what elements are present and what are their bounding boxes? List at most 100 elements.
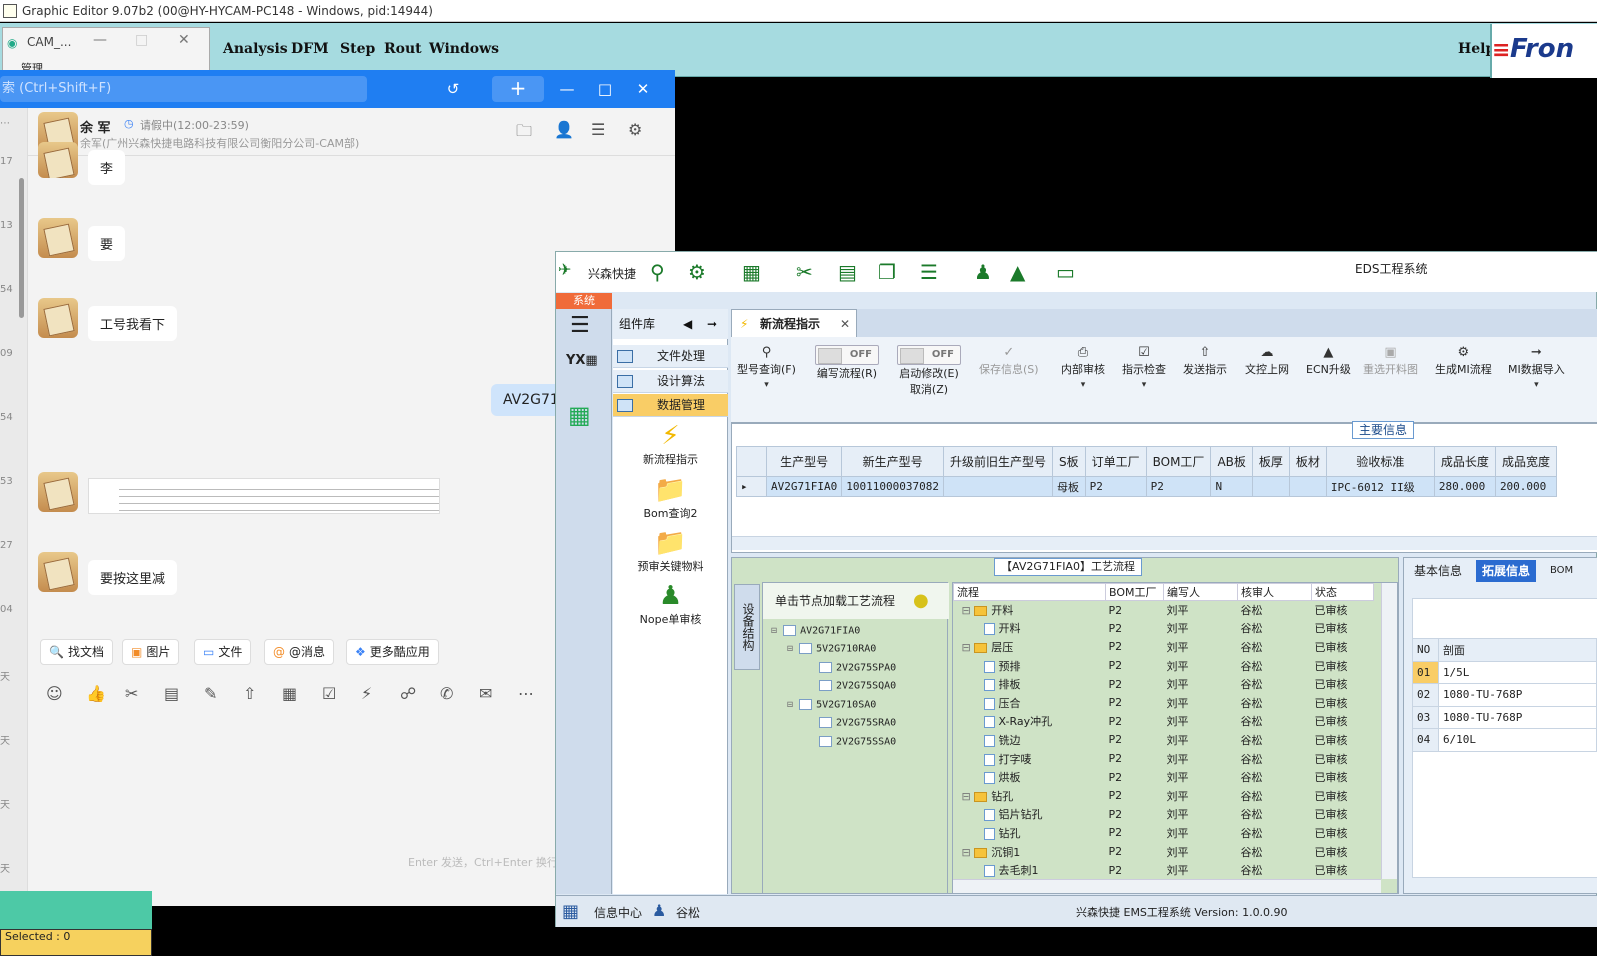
- menu-windows[interactable]: Windows: [429, 41, 499, 57]
- system-tab[interactable]: 系统: [556, 293, 612, 309]
- tree-node[interactable]: ⊟ 5V2G710SA0: [787, 699, 876, 711]
- send-instruction-button[interactable]: ⇧ 发送指示: [1183, 345, 1227, 377]
- col-header[interactable]: 新生产型号: [841, 446, 944, 477]
- table-cell[interactable]: 已审核: [1312, 712, 1374, 731]
- table-cell[interactable]: 刘平: [1164, 749, 1238, 768]
- flow-name-cell[interactable]: 排板: [954, 675, 1106, 694]
- app-nope-review[interactable]: ♟ Nope单审核: [613, 581, 728, 627]
- table-cell[interactable]: P2: [1106, 861, 1164, 880]
- table-cell[interactable]: 谷松: [1238, 675, 1312, 694]
- avatar[interactable]: [38, 298, 78, 338]
- flow-name-cell[interactable]: ⊟ 沉铜1: [954, 842, 1106, 861]
- settings-icon[interactable]: ⚙: [688, 260, 706, 284]
- table-row[interactable]: 02 1080-TU-768P: [1412, 683, 1597, 707]
- col-header[interactable]: 生产型号: [765, 446, 843, 477]
- table-cell[interactable]: 已审核: [1312, 824, 1374, 843]
- scissors-icon[interactable]: ✂: [125, 684, 138, 703]
- flow-name-cell[interactable]: 烘板: [954, 768, 1106, 787]
- col-header[interactable]: 成品长度: [1433, 446, 1496, 477]
- monitor-icon[interactable]: ▭: [1056, 260, 1075, 284]
- flow-row[interactable]: 开料 P2 刘平 谷松 已审核: [954, 619, 1374, 638]
- lib-item-data[interactable]: 数据管理: [613, 394, 728, 417]
- table-cell[interactable]: 谷松: [1238, 693, 1312, 712]
- col-header[interactable]: BOM工厂: [1145, 446, 1212, 477]
- horizontal-scrollbar[interactable]: [953, 879, 1381, 893]
- flow-row[interactable]: X-Ray冲孔 P2 刘平 谷松 已审核: [954, 712, 1374, 731]
- avatar[interactable]: [38, 552, 78, 592]
- minimize-icon[interactable]: —: [93, 32, 107, 48]
- table-cell[interactable]: 已审核: [1312, 805, 1374, 824]
- table-cell[interactable]: 谷松: [1238, 619, 1312, 638]
- table-cell[interactable]: P2: [1106, 749, 1164, 768]
- avatar[interactable]: [38, 142, 78, 178]
- table-cell[interactable]: P2: [1106, 693, 1164, 712]
- flow-name-cell[interactable]: X-Ray冲孔: [954, 712, 1106, 731]
- table-cell[interactable]: 已审核: [1312, 786, 1374, 805]
- table-cell[interactable]: 10011000037082: [841, 476, 944, 497]
- tab-new-flow[interactable]: ⚡ 新流程指示 ✕: [731, 309, 857, 337]
- close-icon[interactable]: ✕: [630, 76, 656, 102]
- table-cell[interactable]: 刘平: [1164, 786, 1238, 805]
- col-header[interactable]: 状态: [1311, 583, 1374, 601]
- table-cell[interactable]: 谷松: [1238, 749, 1312, 768]
- grid-icon[interactable]: ▦: [742, 260, 761, 284]
- table-cell[interactable]: 谷松: [1238, 601, 1312, 620]
- generate-mi-button[interactable]: ⚙ 生成MI流程: [1435, 345, 1492, 377]
- start-modify-toggle[interactable]: OFF 启动修改(E) 取消(Z): [897, 345, 961, 397]
- image-button[interactable]: ▣ 图片: [122, 639, 180, 665]
- table-cell[interactable]: P2: [1106, 768, 1164, 787]
- table-cell[interactable]: 已审核: [1312, 861, 1374, 880]
- menu-step[interactable]: Step: [340, 41, 375, 57]
- table-cell[interactable]: 谷松: [1238, 861, 1312, 880]
- table-cell[interactable]: 刘平: [1164, 824, 1238, 843]
- maximize-icon[interactable]: □: [135, 32, 148, 48]
- col-header[interactable]: 核审人: [1237, 583, 1312, 601]
- col-header[interactable]: 剖面: [1437, 638, 1597, 662]
- table-cell[interactable]: 母板: [1051, 476, 1086, 497]
- table-cell[interactable]: 刘平: [1164, 861, 1238, 880]
- factory-icon[interactable]: YX▦: [566, 353, 598, 368]
- tree-node[interactable]: 2V2G75SRA0: [819, 717, 896, 729]
- find-doc-button[interactable]: 🔍 找文档: [40, 639, 113, 665]
- tab-bom[interactable]: BOM: [1544, 560, 1579, 582]
- table-cell[interactable]: 谷松: [1238, 842, 1312, 861]
- search-history-icon[interactable]: ☰: [591, 120, 605, 139]
- user-icon[interactable]: ♟: [974, 260, 992, 284]
- table-cell[interactable]: 刘平: [1164, 712, 1238, 731]
- app-precheck-material[interactable]: 📁 预审关键物料: [613, 528, 728, 574]
- upload-icon[interactable]: ⇧: [243, 684, 256, 703]
- flow-name-cell[interactable]: 钻孔: [954, 824, 1106, 843]
- image-message-thumbnail[interactable]: [88, 478, 440, 514]
- flow-name-cell[interactable]: 去毛刺1: [954, 861, 1106, 880]
- table-row[interactable]: 01 1/5L: [1412, 660, 1597, 684]
- col-header[interactable]: 成品宽度: [1494, 446, 1557, 477]
- cancel-label[interactable]: 取消(Z): [910, 383, 948, 396]
- flow-name-cell[interactable]: 打字唛: [954, 749, 1106, 768]
- more-apps-button[interactable]: ❖ 更多酷应用: [346, 639, 439, 665]
- flow-row[interactable]: 铣边 P2 刘平 谷松 已审核: [954, 731, 1374, 750]
- flow-row[interactable]: 铝片钻孔 P2 刘平 谷松 已审核: [954, 805, 1374, 824]
- collapse-icon[interactable]: ⊟: [771, 626, 777, 637]
- table-cell[interactable]: 已审核: [1312, 693, 1374, 712]
- table-cell[interactable]: P2: [1106, 731, 1164, 750]
- col-header[interactable]: 验收标准: [1325, 446, 1435, 477]
- chat-list-scrollbar[interactable]: [19, 178, 24, 318]
- col-header[interactable]: 升级前旧生产型号: [942, 446, 1053, 477]
- table-cell[interactable]: P2: [1145, 476, 1212, 497]
- film-icon[interactable]: ▤: [838, 260, 857, 284]
- table-cell[interactable]: 已审核: [1312, 749, 1374, 768]
- new-chat-button[interactable]: +: [492, 76, 544, 102]
- mail-icon[interactable]: ✉: [479, 684, 492, 703]
- flow-row[interactable]: 排板 P2 刘平 谷松 已审核: [954, 675, 1374, 694]
- collapse-icon[interactable]: ⊟: [962, 790, 975, 803]
- menu-analysis[interactable]: Analysis: [223, 41, 288, 57]
- lightning-icon[interactable]: ⚡: [361, 684, 372, 703]
- menu-icon[interactable]: ☰: [570, 313, 590, 338]
- table-row[interactable]: 03 1080-TU-768P: [1412, 705, 1597, 729]
- dock-icon[interactable]: ➞: [707, 309, 717, 339]
- chart-icon[interactable]: ▲: [1010, 260, 1025, 284]
- col-header[interactable]: 板厚: [1251, 446, 1290, 477]
- search-icon[interactable]: ⚲: [650, 260, 665, 284]
- toggle-switch[interactable]: OFF: [815, 345, 879, 365]
- flow-name-cell[interactable]: 铣边: [954, 731, 1106, 750]
